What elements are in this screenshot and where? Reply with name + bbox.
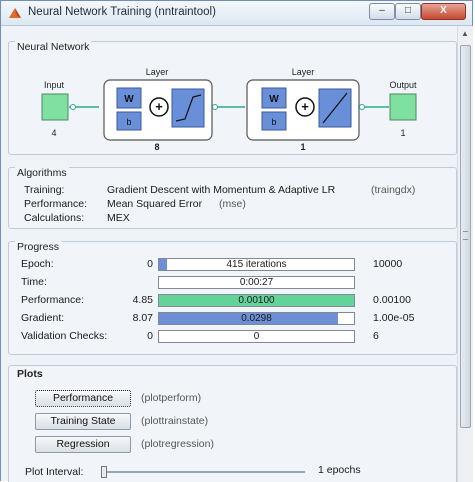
plots-panel-title: Plots <box>15 368 45 380</box>
training-window: Neural Network Training (nntraintool) – … <box>0 0 473 482</box>
progress-row-current: 0.0298 <box>241 313 272 324</box>
output-label: Output <box>389 80 417 90</box>
input-count: 4 <box>51 128 56 138</box>
network-diagram: Input 4 Layer W b + 8 Layer W b + 1 Outp… <box>41 67 417 152</box>
progress-row-current: 0 <box>253 331 260 342</box>
progress-row-start: 4.85 <box>132 294 153 306</box>
progress-row-label: Gradient: <box>21 312 65 324</box>
neural-network-panel: Neural Network Input 4 Layer W b + 8 Lay… <box>8 41 457 155</box>
plot-interval-value: 1 epochs <box>318 464 361 476</box>
hidden-weight-label: W <box>124 94 134 105</box>
performance-plot-button[interactable]: Performance <box>35 390 131 407</box>
performance-fn-label: Performance: <box>24 198 88 210</box>
progress-row-label: Epoch: <box>21 258 54 270</box>
output-block <box>389 93 417 121</box>
progress-row-start: 8.07 <box>132 312 153 324</box>
training-value: Gradient Descent with Momentum & Adaptiv… <box>107 184 336 196</box>
training-label: Training: <box>24 184 65 196</box>
plot-interval-slider[interactable] <box>101 466 305 478</box>
hidden-layer-size: 8 <box>154 142 159 152</box>
progress-row-label: Time: <box>21 276 47 288</box>
training-state-plot-code: (plottrainstate) <box>141 415 209 427</box>
progress-row-end: 1.00e-05 <box>373 312 415 324</box>
regression-plot-code: (plotregression) <box>141 438 214 450</box>
output-count: 1 <box>400 128 405 138</box>
training-state-plot-button[interactable]: Training State <box>35 413 131 430</box>
progress-row-bar: 0 <box>158 330 355 343</box>
input-label: Input <box>44 80 65 90</box>
maximize-button[interactable]: □ <box>395 3 421 20</box>
output-weight-label: W <box>269 94 279 105</box>
performance-fn-value: Mean Squared Error <box>107 198 203 210</box>
progress-row-end: 10000 <box>373 258 403 270</box>
progress-row-current: 0.00100 <box>238 295 275 306</box>
plot-interval-track <box>101 471 305 473</box>
progress-panel: Progress Epoch: 0 415 iterations 10000 Time:… <box>8 241 457 355</box>
plots-panel: Plots Performance (plotperform) Training… <box>8 365 457 482</box>
progress-row-current: 0:00:27 <box>239 277 274 288</box>
scroll-up-arrow-icon[interactable]: ▲ <box>461 29 469 38</box>
calculations-value: MEX <box>107 212 130 224</box>
progress-row-label: Validation Checks: <box>21 330 108 342</box>
vertical-scrollbar[interactable]: ▲ <box>457 26 473 482</box>
progress-panel-title: Progress <box>15 241 62 253</box>
input-connector-dot <box>70 104 76 110</box>
algorithms-panel-title: Algorithms <box>15 167 69 179</box>
close-button[interactable]: X <box>421 3 466 20</box>
input-block <box>41 93 69 121</box>
plot-interval-thumb[interactable] <box>101 466 107 478</box>
hidden-bias-label: b <box>126 117 131 127</box>
progress-row-start: 0 <box>147 258 153 270</box>
scrollbar-grip-icon <box>463 231 468 240</box>
output-connector-dot <box>359 104 365 110</box>
performance-fn-code: (mse) <box>219 198 246 210</box>
hidden-connector-dot <box>212 104 218 110</box>
output-layer-label: Layer <box>292 67 315 77</box>
progress-row-start: 0 <box>147 330 153 342</box>
plot-interval-label: Plot Interval: <box>25 466 84 478</box>
progress-row-bar: 0.00100 <box>158 294 355 307</box>
output-layer-size: 1 <box>300 142 305 152</box>
minimize-button[interactable]: – <box>369 3 395 20</box>
progress-row-bar: 0.0298 <box>158 312 355 325</box>
regression-plot-button[interactable]: Regression <box>35 436 131 453</box>
window-title: Neural Network Training (nntraintool) <box>28 6 216 18</box>
progress-row-bar: 0:00:27 <box>158 276 355 289</box>
title-bar[interactable]: Neural Network Training (nntraintool) – … <box>1 1 472 26</box>
performance-plot-code: (plotperform) <box>141 392 202 404</box>
output-bias-label: b <box>271 117 276 127</box>
hidden-layer-label: Layer <box>146 67 169 77</box>
training-code: (traingdx) <box>371 184 416 196</box>
progress-row-end: 6 <box>373 330 379 342</box>
progress-row-end: 0.00100 <box>373 294 411 306</box>
scrollbar-thumb[interactable] <box>460 45 471 428</box>
progress-row-bar: 415 iterations <box>158 258 355 271</box>
output-sum-symbol: + <box>301 99 309 114</box>
calculations-label: Calculations: <box>24 212 85 224</box>
progress-row-current: 415 iterations <box>226 259 287 270</box>
matlab-icon <box>9 8 21 18</box>
hidden-sum-symbol: + <box>155 99 163 114</box>
progress-row-label: Performance: <box>21 294 85 306</box>
algorithms-panel: Algorithms Training: Gradient Descent wi… <box>8 167 457 229</box>
